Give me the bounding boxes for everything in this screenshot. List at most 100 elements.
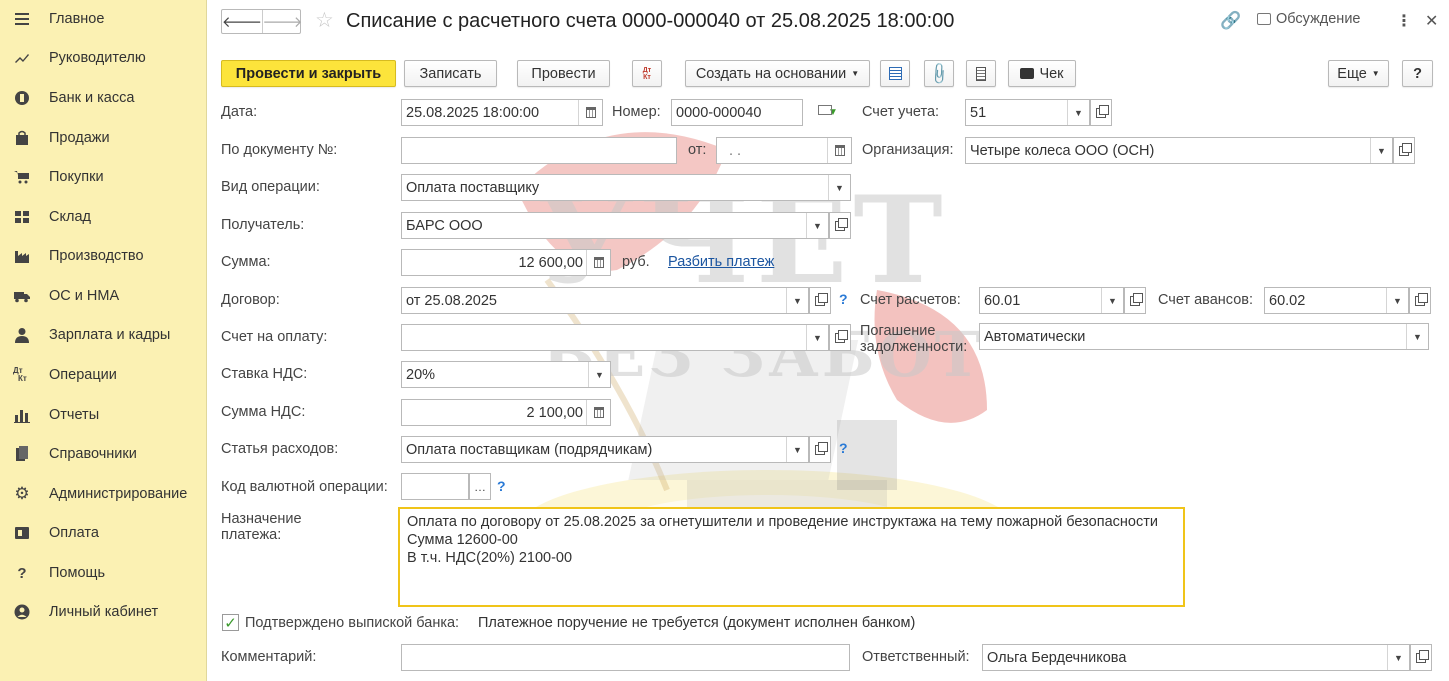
sidebar-item-payment[interactable]: Оплата — [0, 518, 207, 548]
chevron-down-icon[interactable]: ▼ — [806, 325, 828, 350]
invoice-open-button[interactable] — [829, 324, 851, 351]
chevron-down-icon[interactable]: ▼ — [1101, 288, 1123, 313]
responsible-open-button[interactable] — [1410, 644, 1432, 671]
fx-code-help-icon[interactable]: ? — [497, 478, 506, 494]
purpose-label-line1: Назначение — [221, 511, 302, 527]
contract-help-icon[interactable]: ? — [839, 291, 848, 307]
sidebar-item-manager[interactable]: Руководителю — [0, 43, 207, 73]
recipient-open-button[interactable] — [829, 212, 851, 239]
invoice-field[interactable]: ▼ — [401, 324, 829, 351]
vat-rate-field[interactable]: 20% ▼ — [401, 361, 611, 388]
bank-confirmed-checkbox[interactable]: ✓ — [222, 614, 239, 632]
chevron-down-icon[interactable]: ▼ — [828, 175, 850, 200]
chevron-down-icon[interactable]: ▼ — [588, 362, 610, 387]
recipient-field[interactable]: БАРС ООО ▼ — [401, 212, 829, 239]
more-button[interactable]: Еще ▼ — [1328, 60, 1389, 87]
invoice-label: Счет на оплату: — [221, 329, 328, 345]
sidebar-item-references[interactable]: Справочники — [0, 439, 207, 469]
calendar-icon[interactable] — [827, 138, 851, 163]
sidebar-item-label: Личный кабинет — [49, 604, 159, 620]
sidebar-item-operations[interactable]: Дт Кт Операции — [0, 360, 207, 390]
settlement-account-open-button[interactable] — [1124, 287, 1146, 314]
organization-field[interactable]: Четыре колеса ООО (ОСН) ▼ — [965, 137, 1393, 164]
save-button[interactable]: Записать — [404, 60, 497, 87]
advance-account-open-button[interactable] — [1409, 287, 1431, 314]
sidebar-item-help[interactable]: ? Помощь — [0, 558, 207, 588]
expense-item-field[interactable]: Оплата поставщикам (подрядчикам) ▼ — [401, 436, 809, 463]
checkmark-icon: ✓ — [224, 614, 237, 632]
date-value: 25.08.2025 18:00:00 — [406, 104, 540, 121]
sidebar-item-reports[interactable]: Отчеты — [0, 400, 207, 430]
chevron-down-icon[interactable]: ▼ — [1370, 138, 1392, 163]
from-date-label: от: — [688, 142, 707, 158]
payment-purpose-textarea[interactable]: Оплата по договору от 25.08.2025 за огне… — [398, 507, 1185, 607]
settlement-account-field[interactable]: 60.01 ▼ — [979, 287, 1124, 314]
sidebar-item-account[interactable]: Личный кабинет — [0, 597, 207, 627]
contract-field[interactable]: от 25.08.2025 ▼ — [401, 287, 809, 314]
dt-kt-icon: Дт Кт — [13, 366, 27, 383]
fx-code-field[interactable] — [401, 473, 469, 500]
account-value: 51 — [970, 104, 987, 121]
chevron-down-icon[interactable]: ▼ — [1406, 324, 1428, 349]
expense-item-value: Оплата поставщикам (подрядчикам) — [406, 441, 653, 458]
calculator-icon[interactable] — [586, 250, 610, 275]
attach-button[interactable]: 📎 — [924, 60, 954, 87]
paperclip-icon: 📎 — [926, 61, 952, 87]
vat-sum-field[interactable]: 2 100,00 — [401, 399, 611, 426]
sidebar-item-production[interactable]: Производство — [0, 241, 207, 271]
chevron-down-icon[interactable]: ▼ — [806, 213, 828, 238]
link-icon[interactable]: 🔗 — [1220, 11, 1241, 31]
operation-type-field[interactable]: Оплата поставщику ▼ — [401, 174, 851, 201]
dt-kt-icon: Дт Кт — [642, 66, 652, 81]
calendar-icon[interactable] — [578, 100, 602, 125]
chevron-down-icon[interactable]: ▼ — [1386, 288, 1408, 313]
account-field[interactable]: 51 ▼ — [965, 99, 1090, 126]
post-button[interactable]: Провести — [517, 60, 610, 87]
chevron-down-icon[interactable]: ▼ — [1387, 645, 1409, 670]
responsible-field[interactable]: Ольга Бердечникова ▼ — [982, 644, 1410, 671]
close-icon[interactable]: ✕ — [1425, 11, 1438, 31]
sidebar-item-warehouse[interactable]: Склад — [0, 202, 207, 232]
help-button[interactable]: ? — [1402, 60, 1433, 87]
favorite-star-icon[interactable]: ☆ — [315, 8, 334, 33]
create-based-on-button[interactable]: Создать на основании ▼ — [685, 60, 870, 87]
sidebar-item-label: Руководителю — [49, 50, 146, 66]
split-payment-link[interactable]: Разбить платеж — [668, 254, 774, 270]
back-arrow-icon[interactable]: 🡐 — [222, 10, 262, 33]
doc-number-field[interactable] — [401, 137, 677, 164]
chat-icon — [1257, 13, 1271, 25]
sum-field[interactable]: 12 600,00 — [401, 249, 611, 276]
sidebar-item-assets[interactable]: ОС и НМА — [0, 281, 207, 311]
sidebar-item-sales[interactable]: Продажи — [0, 123, 207, 153]
forward-arrow-icon[interactable]: 🡒 — [262, 10, 303, 33]
chevron-down-icon[interactable]: ▼ — [1067, 100, 1089, 125]
expense-help-icon[interactable]: ? — [839, 440, 848, 456]
expense-item-open-button[interactable] — [809, 436, 831, 463]
calculator-icon[interactable] — [586, 400, 610, 425]
more-vertical-icon[interactable]: ⋮ — [1396, 11, 1412, 31]
fx-code-select-button[interactable]: … — [469, 473, 491, 500]
sidebar-item-bank[interactable]: Банк и касса — [0, 83, 207, 113]
date-field[interactable]: 25.08.2025 18:00:00 — [401, 99, 603, 126]
discussion-button[interactable]: Обсуждение — [1257, 11, 1360, 27]
comment-field[interactable] — [401, 644, 850, 671]
dt-kt-button[interactable]: Дт Кт — [632, 60, 662, 87]
account-open-button[interactable] — [1090, 99, 1112, 126]
contract-open-button[interactable] — [809, 287, 831, 314]
receipt-button[interactable]: Чек — [1008, 60, 1076, 87]
post-and-close-button[interactable]: Провести и закрыть — [221, 60, 396, 87]
number-edit-icon[interactable]: ▼ — [818, 103, 838, 119]
repayment-field[interactable]: Автоматически ▼ — [979, 323, 1429, 350]
print-button[interactable] — [966, 60, 996, 87]
advance-account-field[interactable]: 60.02 ▼ — [1264, 287, 1409, 314]
organization-open-button[interactable] — [1393, 137, 1415, 164]
sidebar-item-salary[interactable]: Зарплата и кадры — [0, 320, 207, 350]
from-date-field[interactable]: . . — [716, 137, 852, 164]
sidebar-item-main[interactable]: Главное — [0, 4, 207, 34]
chevron-down-icon[interactable]: ▼ — [786, 288, 808, 313]
number-field[interactable]: 0000-000040 — [671, 99, 803, 126]
sidebar-item-purchases[interactable]: Покупки — [0, 162, 207, 192]
sidebar-item-admin[interactable]: ⚙ Администрирование — [0, 479, 207, 509]
chevron-down-icon[interactable]: ▼ — [786, 437, 808, 462]
structure-button[interactable] — [880, 60, 910, 87]
